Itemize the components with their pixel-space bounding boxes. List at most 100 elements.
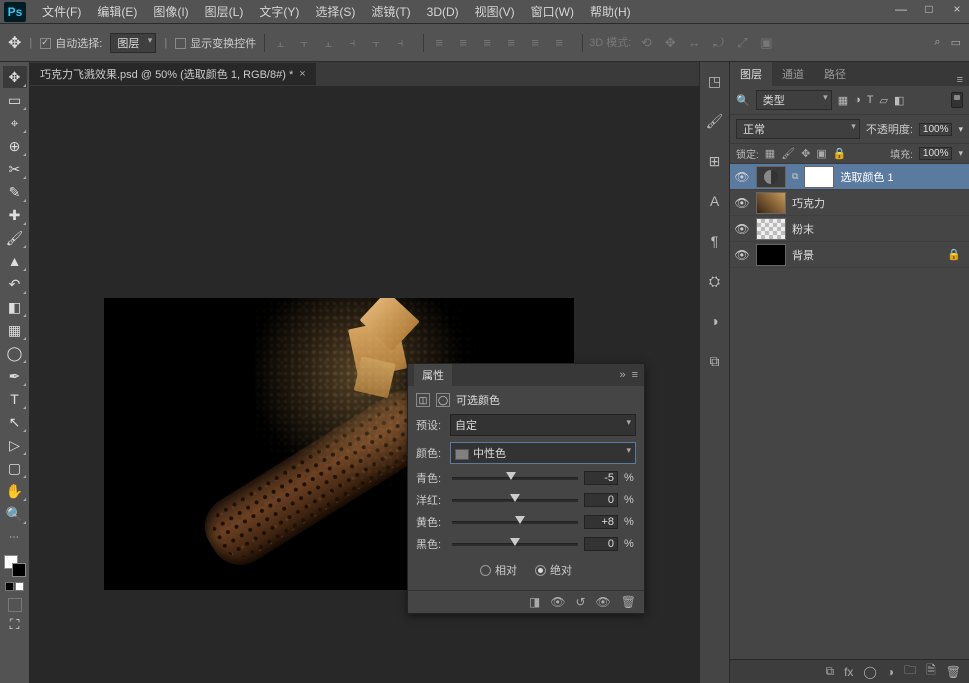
3d-pan-icon[interactable]: ✥ — [661, 34, 679, 52]
clip-icon[interactable]: ◨ — [529, 595, 540, 609]
visibility-toggle[interactable]: 👁 — [734, 196, 750, 210]
maximize-button[interactable]: □ — [921, 2, 937, 16]
default-colors[interactable] — [5, 582, 24, 591]
quick-select-tool[interactable]: ⊕ — [3, 135, 27, 157]
dist-1-icon[interactable]: ≡ — [430, 34, 448, 52]
preset-dropdown[interactable]: 自定 — [450, 414, 636, 436]
layer-row[interactable]: 👁 背景 🔒 — [730, 242, 969, 268]
cyan-value[interactable]: -5 — [584, 471, 618, 485]
filter-smart-icon[interactable]: ◧ — [894, 94, 904, 107]
properties-tab[interactable]: 属性 — [414, 364, 452, 386]
screen-mode[interactable]: ⛶ — [3, 613, 27, 635]
auto-select-dropdown[interactable]: 图层 — [110, 33, 156, 53]
lock-artboard-icon[interactable]: ▣ — [816, 147, 826, 160]
dodge-tool[interactable]: ◯ — [3, 342, 27, 364]
path-select-tool[interactable]: ↖ — [3, 411, 27, 433]
filter-pixel-icon[interactable]: ▦ — [838, 94, 848, 107]
lasso-tool[interactable]: ⌖ — [3, 112, 27, 134]
layer-row[interactable]: 👁 巧克力 — [730, 190, 969, 216]
align-vcenter-icon[interactable]: ⫟ — [295, 34, 313, 52]
stamp-tool[interactable]: ▲ — [3, 250, 27, 272]
filter-adjust-icon[interactable]: ◑ — [854, 94, 861, 106]
visibility-toggle[interactable]: 👁 — [734, 248, 750, 262]
yellow-value[interactable]: +8 — [584, 515, 618, 529]
visibility-toggle[interactable]: 👁 — [734, 170, 750, 184]
menu-layer[interactable]: 图层(L) — [197, 3, 252, 20]
zoom-tool[interactable]: 🔍 — [3, 503, 27, 525]
delete-layer-icon[interactable]: 🗑 — [946, 665, 961, 679]
layer-thumb[interactable] — [756, 218, 786, 240]
properties-header[interactable]: 属性 »≡ — [408, 364, 644, 386]
toggle-visibility-icon[interactable]: 👁 — [596, 595, 611, 609]
black-value[interactable]: 0 — [584, 537, 618, 551]
3d-slide-icon[interactable]: ↔ — [685, 34, 703, 52]
link-layers-icon[interactable]: ⧉ — [825, 664, 834, 679]
cyan-slider[interactable] — [452, 471, 578, 485]
tab-channels[interactable]: 通道 — [772, 62, 814, 86]
layer-thumb[interactable] — [756, 244, 786, 266]
align-hcenter-icon[interactable]: ⫟ — [367, 34, 385, 52]
adjustment-layer-icon[interactable]: ◑ — [887, 665, 894, 679]
menu-image[interactable]: 图像(I) — [145, 3, 196, 20]
paragraph-panel-icon[interactable]: ¶ — [704, 230, 726, 252]
layer-style-icon[interactable]: fx — [844, 665, 853, 679]
dist-3-icon[interactable]: ≡ — [478, 34, 496, 52]
lock-position-icon[interactable]: ✥ — [801, 147, 810, 160]
dist-5-icon[interactable]: ≡ — [526, 34, 544, 52]
show-transform-checkbox[interactable]: 显示变换控件 — [175, 35, 256, 51]
align-right-icon[interactable]: ⫞ — [391, 34, 409, 52]
menu-help[interactable]: 帮助(H) — [582, 3, 639, 20]
new-layer-icon[interactable]: 🗎 — [926, 661, 936, 682]
menu-filter[interactable]: 滤镜(T) — [363, 3, 418, 20]
align-top-icon[interactable]: ⫠ — [271, 34, 289, 52]
brush-panel-icon[interactable]: 🖌 — [704, 110, 726, 132]
blend-mode-dropdown[interactable]: 正常 — [736, 119, 860, 139]
menu-edit[interactable]: 编辑(E) — [89, 3, 145, 20]
reset-icon[interactable]: ↺ — [575, 595, 585, 609]
search-icon[interactable]: ⌕ — [934, 36, 940, 49]
magenta-slider[interactable] — [452, 493, 578, 507]
filter-toggle[interactable] — [951, 92, 963, 108]
history-brush-tool[interactable]: ↶ — [3, 273, 27, 295]
gradient-tool[interactable]: ▦ — [3, 319, 27, 341]
eraser-tool[interactable]: ◧ — [3, 296, 27, 318]
opacity-input[interactable]: 100% — [919, 123, 953, 136]
magenta-value[interactable]: 0 — [584, 493, 618, 507]
menu-view[interactable]: 视图(V) — [467, 3, 523, 20]
history-panel-icon[interactable]: ◳ — [704, 70, 726, 92]
3d-rotate-icon[interactable]: ⤾ — [709, 34, 727, 52]
layer-name[interactable]: 背景 — [792, 247, 814, 263]
3d-camera-icon[interactable]: ▣ — [757, 34, 775, 52]
minimize-button[interactable]: — — [893, 2, 909, 16]
layer-name[interactable]: 选取颜色 1 — [840, 169, 893, 185]
3d-scale-icon[interactable]: ⤢ — [733, 34, 751, 52]
panel-menu-icon[interactable]: ≡ — [957, 74, 963, 86]
close-button[interactable]: × — [949, 2, 965, 16]
relative-radio[interactable]: 相对 — [480, 562, 517, 578]
quick-mask-toggle[interactable] — [8, 598, 22, 612]
view-previous-icon[interactable]: 👁 — [550, 595, 565, 609]
brush-tool[interactable]: 🖌 — [3, 227, 27, 249]
styles-panel-icon[interactable]: ⛭ — [704, 270, 726, 292]
align-left-icon[interactable]: ⫞ — [343, 34, 361, 52]
adjustments-panel-icon[interactable]: ◑ — [704, 310, 726, 332]
black-slider[interactable] — [452, 537, 578, 551]
layer-name[interactable]: 巧克力 — [792, 195, 825, 211]
color-swatches[interactable] — [4, 555, 26, 577]
lock-paint-icon[interactable]: 🖌 — [781, 147, 795, 160]
shape-tool[interactable]: ▢ — [3, 457, 27, 479]
filter-type-icon[interactable]: T — [867, 94, 874, 106]
dist-2-icon[interactable]: ≡ — [454, 34, 472, 52]
direct-select-tool[interactable]: ▷ — [3, 434, 27, 456]
crop-tool[interactable]: ✂ — [3, 158, 27, 180]
absolute-radio[interactable]: 绝对 — [535, 562, 572, 578]
fill-input[interactable]: 100% — [919, 147, 953, 160]
3d-orbit-icon[interactable]: ⟲ — [637, 34, 655, 52]
auto-select-checkbox[interactable]: 自动选择: — [40, 35, 102, 51]
delete-adjustment-icon[interactable]: 🗑 — [621, 595, 636, 609]
layer-thumb-mask[interactable] — [804, 166, 834, 188]
layer-mask-icon[interactable]: ◯ — [863, 665, 876, 679]
menu-type[interactable]: 文字(Y) — [251, 3, 307, 20]
swatches-panel-icon[interactable]: ⊞ — [704, 150, 726, 172]
dist-6-icon[interactable]: ≡ — [550, 34, 568, 52]
